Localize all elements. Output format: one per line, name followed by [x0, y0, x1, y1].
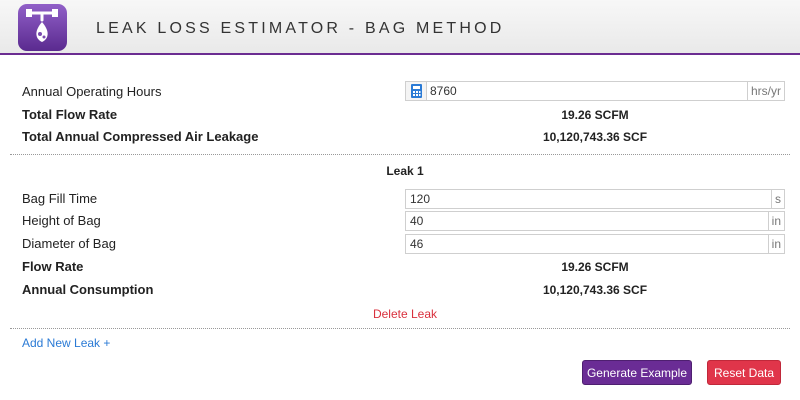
total-flow-value: 19.26 SCFM [561, 108, 629, 122]
total-leakage-label: Total Annual Compressed Air Leakage [22, 129, 259, 144]
consumption-label: Annual Consumption [22, 282, 154, 297]
delete-leak-link[interactable]: Delete Leak [0, 307, 800, 321]
diameter-input[interactable] [410, 235, 760, 253]
height-label: Height of Bag [22, 213, 101, 228]
flow-rate-value: 19.26 SCFM [561, 260, 629, 274]
fill-time-unit: s [771, 190, 784, 208]
diameter-unit: in [767, 235, 784, 253]
fill-time-input[interactable] [410, 190, 760, 208]
leak-bag-icon [18, 4, 67, 51]
operating-hours-unit: hrs/yr [747, 82, 784, 100]
leak-divider [10, 328, 790, 329]
page-title: LEAK LOSS ESTIMATOR - BAG METHOD [96, 20, 505, 37]
diameter-label: Diameter of Bag [22, 236, 116, 251]
calculator-icon[interactable] [406, 82, 427, 100]
total-leakage-value: 10,120,743.36 SCF [542, 130, 648, 144]
height-field: in [405, 211, 785, 231]
operating-hours-input[interactable] [430, 82, 730, 100]
reset-data-button[interactable]: Reset Data [707, 360, 781, 385]
section-divider [10, 154, 790, 155]
diameter-field: in [405, 234, 785, 254]
height-input[interactable] [410, 212, 760, 230]
total-flow-label: Total Flow Rate [22, 107, 118, 122]
fill-time-label: Bag Fill Time [22, 191, 98, 206]
app-header: LEAK LOSS ESTIMATOR - BAG METHOD [0, 0, 800, 55]
consumption-value: 10,120,743.36 SCF [542, 283, 648, 297]
height-unit: in [767, 212, 784, 230]
leak-title: Leak 1 [386, 164, 424, 178]
operating-hours-label: Annual Operating Hours [22, 84, 162, 99]
generate-example-button[interactable]: Generate Example [582, 360, 692, 385]
fill-time-field: s [405, 189, 785, 209]
flow-rate-label: Flow Rate [22, 259, 84, 274]
add-new-leak-link[interactable]: Add New Leak + [22, 336, 110, 350]
operating-hours-field: hrs/yr [405, 81, 785, 101]
